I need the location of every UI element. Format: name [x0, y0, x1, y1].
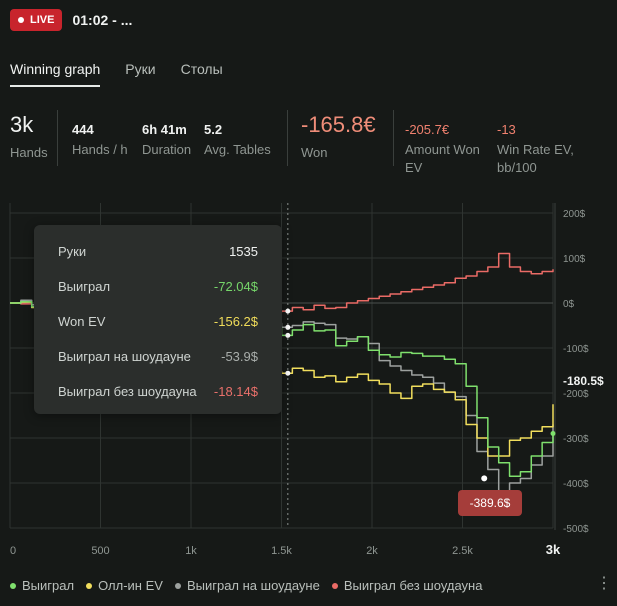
y-tick-label: 0$: [563, 299, 575, 310]
tooltip-value: -53.9$: [221, 348, 258, 364]
tooltip-row-won: Выиграл -72.04$: [58, 276, 258, 296]
stat-hands-value: 3k: [10, 112, 34, 137]
stat-win-rate-ev-label-1: Win Rate EV,: [497, 142, 574, 157]
tooltip-value: -156.2$: [213, 313, 258, 329]
tab-hands[interactable]: Руки: [125, 61, 155, 83]
tab-tables[interactable]: Столы: [181, 61, 223, 83]
stat-amount-won-ev-label-2: EV: [405, 160, 423, 175]
hover-tooltip: Руки 1535 Выиграл -72.04$ Won EV -156.2$…: [34, 225, 282, 414]
stat-amount-won-ev-label-1: Amount Won: [405, 142, 480, 157]
legend-item-won[interactable]: Выиграл: [10, 578, 74, 593]
tab-bar: Winning graph Руки Столы: [10, 61, 248, 87]
stat-hands: 3k Hands: [10, 112, 48, 162]
live-dot-icon: [18, 17, 24, 23]
tooltip-key: Выиграл: [58, 278, 111, 294]
y-tick-label: -200$: [563, 389, 589, 400]
stat-duration-label: Duration: [142, 142, 192, 157]
legend-label: Выиграл: [22, 578, 75, 593]
stat-divider: [393, 110, 394, 166]
stat-amount-won-ev: -205.7€ Amount Won EV: [405, 122, 480, 177]
stat-win-rate-ev-value: -13: [497, 122, 516, 137]
stat-duration: 6h 41m Duration: [142, 122, 191, 159]
legend-label: Выиграл без шоудауна: [343, 578, 483, 593]
y-tick-label: 100$: [563, 254, 586, 265]
end-value-label: -180.5$: [563, 374, 604, 388]
y-tick-label: -500$: [563, 524, 589, 535]
y-tick-label: -300$: [563, 434, 589, 445]
stat-won: -165.8€ Won: [301, 112, 376, 162]
tooltip-value: -72.04$: [213, 278, 258, 294]
tooltip-value: 1535: [229, 243, 258, 259]
y-tick-label: -400$: [563, 479, 589, 490]
stat-avg-tables-label: Avg. Tables: [204, 142, 271, 157]
legend-label: Олл-ин EV: [98, 578, 163, 593]
more-vertical-icon[interactable]: ⋮: [596, 576, 612, 592]
stat-hands-label: Hands: [10, 145, 48, 160]
end-point-marker: [550, 431, 556, 436]
stat-win-rate-ev: -13 Win Rate EV, bb/100: [497, 122, 574, 177]
tooltip-key: Won EV: [58, 313, 106, 329]
stat-divider: [287, 110, 288, 166]
stat-win-rate-ev-label-2: bb/100: [497, 160, 537, 175]
stat-won-value: -165.8€: [301, 112, 376, 137]
top-bar: LIVE 01:02 - ...: [10, 8, 132, 32]
stat-hph-value: 444: [72, 122, 94, 137]
tooltip-key: Руки: [58, 243, 87, 259]
tab-winning-graph[interactable]: Winning graph: [10, 61, 101, 87]
tooltip-key: Выиграл без шоудауна: [58, 383, 197, 399]
hover-point-0: [285, 332, 291, 338]
live-label: LIVE: [30, 14, 55, 26]
x-tick-label: 2k: [366, 545, 378, 557]
legend-label: Выиграл на шоудауне: [186, 578, 320, 593]
chart-legend: Выиграл Олл-ин EV Выиграл на шоудауне Вы…: [10, 578, 494, 593]
hover-point-3: [285, 308, 291, 314]
stat-avg-tables-value: 5.2: [204, 122, 223, 137]
y-tick-label: -100$: [563, 344, 589, 355]
tooltip-row-won-ev: Won EV -156.2$: [58, 311, 258, 331]
legend-dot-icon: [10, 582, 16, 589]
x-tick-label: 3k: [546, 542, 561, 557]
legend-dot-icon: [174, 582, 181, 589]
stat-hph-label: Hands / h: [72, 142, 128, 157]
live-badge[interactable]: LIVE: [10, 9, 63, 31]
tooltip-row-showdown: Выиграл на шоудауне -53.9$: [58, 346, 258, 366]
legend-item-non-showdown[interactable]: Выиграл без шоудауна: [331, 578, 483, 593]
min-value-badge: -389.6$: [458, 490, 522, 516]
stat-won-label: Won: [301, 145, 328, 160]
x-tick-label: 1.5k: [271, 545, 292, 557]
hover-point-1: [285, 370, 291, 376]
legend-item-showdown[interactable]: Выиграл на шоудауне: [174, 578, 320, 593]
x-tick-label: 2.5k: [452, 545, 473, 557]
legend-item-allin-ev[interactable]: Олл-ин EV: [86, 578, 163, 593]
y-tick-label: 200$: [563, 209, 586, 220]
legend-dot-icon: [86, 582, 93, 589]
x-tick-label: 1k: [185, 545, 197, 557]
tooltip-row-hands: Руки 1535: [58, 241, 258, 261]
x-tick-label: 0: [10, 545, 16, 557]
x-tick-label: 500: [91, 545, 109, 557]
stat-divider: [57, 110, 58, 166]
min-point-marker: [481, 475, 488, 482]
tooltip-value: -18.14$: [213, 383, 258, 399]
hover-point-2: [285, 324, 291, 330]
stat-avg-tables: 5.2 Avg. Tables: [204, 122, 271, 159]
tooltip-row-non-showdown: Выиграл без шоудауна -18.14$: [58, 381, 258, 401]
stat-amount-won-ev-value: -205.7€: [405, 122, 450, 137]
session-time: 01:02 - ...: [72, 12, 133, 28]
tooltip-key: Выиграл на шоудауне: [58, 348, 191, 364]
legend-dot-icon: [331, 582, 338, 589]
stat-hands-per-hour: 444 Hands / h: [72, 122, 128, 159]
stat-duration-value: 6h 41m: [142, 122, 187, 137]
